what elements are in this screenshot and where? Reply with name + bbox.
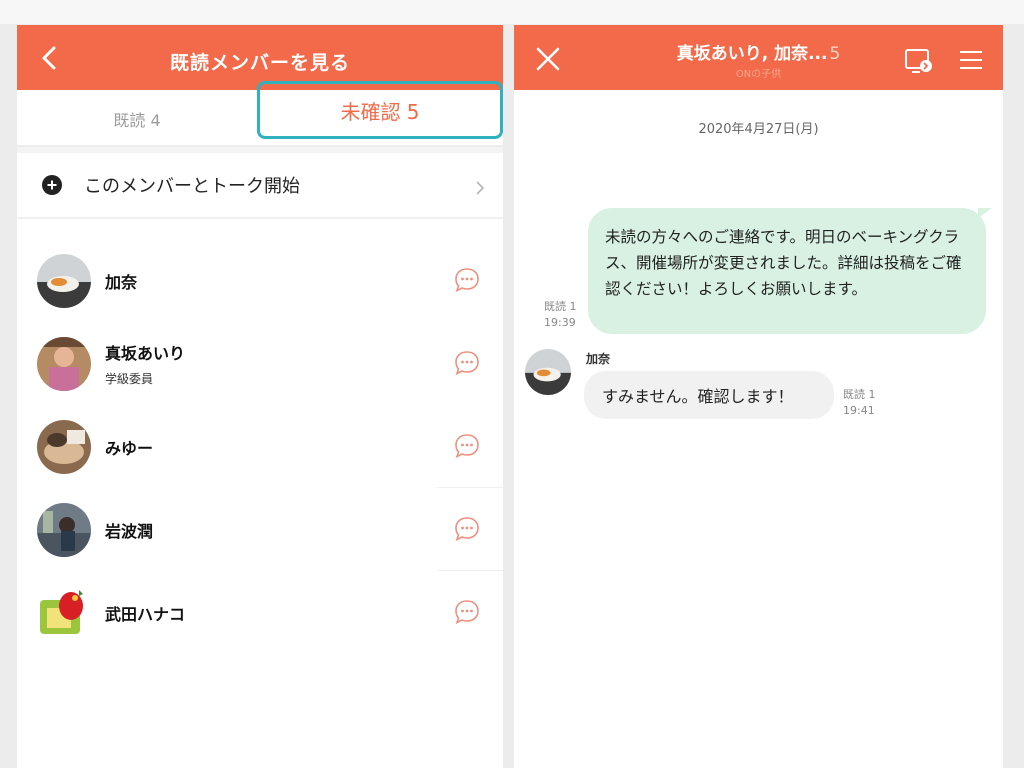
member-name: 真坂あいり — [105, 344, 186, 363]
member-row-airi[interactable]: 真坂あいり 学級委員 — [17, 322, 503, 405]
sender-avatar[interactable] — [525, 349, 571, 395]
member-row-hanako[interactable]: 武田ハナコ — [17, 571, 503, 654]
screen-share-icon[interactable] — [904, 47, 934, 75]
chat-bubble-icon[interactable] — [453, 515, 481, 543]
top-strip — [0, 0, 1024, 24]
chat-header: 真坂あいり, 加奈... 5 ONの子供 — [514, 25, 1003, 90]
sender-name: 加奈 — [586, 352, 611, 366]
chat-panel: 真坂あいり, 加奈... 5 ONの子供 2020年4月27日(月) 未読の方々へ… — [514, 25, 1003, 768]
member-name: 加奈 — [105, 272, 138, 292]
incoming-message-meta: 既読 1 19:41 — [843, 387, 876, 419]
avatar — [37, 585, 91, 640]
outgoing-message-bubble[interactable]: 未読の方々へのご連絡です。明日のベーキングクラス、開催場所が変更されました。詳細… — [588, 208, 992, 334]
member-name: 武田ハナコ — [105, 604, 186, 624]
tab-read[interactable]: 既読 4 — [17, 90, 257, 147]
read-members-panel: 既読メンバーを見る 既読 4 未確認 5 このメンバーとトーク開始 加奈 真坂あ… — [17, 25, 503, 768]
incoming-message-bubble[interactable]: すみません。確認します！ — [584, 371, 834, 419]
chat-bubble-icon[interactable] — [453, 432, 481, 460]
read-status: 既読 1 — [843, 388, 876, 401]
outgoing-message-meta: 既読 1 19:39 — [544, 299, 577, 331]
avatar — [37, 336, 91, 391]
tabs-divider — [17, 145, 503, 147]
chat-bubble-icon[interactable] — [453, 598, 481, 626]
start-talk-button[interactable]: このメンバーとトーク開始 — [17, 153, 503, 219]
read-status: 既読 1 — [544, 300, 577, 313]
member-name: みゆー — [105, 438, 154, 458]
start-talk-label: このメンバーとトーク開始 — [84, 176, 300, 197]
tab-unconfirmed[interactable]: 未確認 5 — [257, 81, 503, 139]
chevron-left-icon[interactable] — [35, 43, 65, 73]
message-time: 19:39 — [544, 316, 576, 329]
member-list: 加奈 真坂あいり 学級委員 みゆー 岩波潤 武田ハナコ — [17, 219, 503, 654]
date-separator: 2020年4月27日(月) — [698, 122, 819, 137]
incoming-message-text: すみません。確認します！ — [602, 387, 794, 406]
chat-bubble-icon[interactable] — [453, 266, 481, 294]
message-time: 19:41 — [843, 404, 875, 417]
menu-icon[interactable] — [958, 49, 984, 71]
chat-bubble-icon[interactable] — [453, 349, 481, 377]
read-status-tabs: 既読 4 未確認 5 — [17, 81, 503, 147]
avatar — [37, 253, 91, 308]
avatar — [37, 502, 91, 557]
member-row-kana[interactable]: 加奈 — [17, 239, 503, 322]
chat-title-text: 真坂あいり, 加奈... — [676, 44, 828, 64]
member-list-container: このメンバーとトーク開始 加奈 真坂あいり 学級委員 みゆー 岩波潤 武田ハナコ — [17, 153, 503, 768]
member-name: 岩波潤 — [105, 521, 154, 541]
chevron-right-icon — [476, 181, 485, 195]
member-row-jun[interactable]: 岩波潤 — [17, 488, 503, 571]
avatar — [37, 419, 91, 474]
member-role: 学級委員 — [105, 372, 154, 386]
chat-plus-icon — [42, 175, 62, 195]
member-row-miyu[interactable]: みゆー — [17, 405, 503, 488]
member-count: 5 — [829, 44, 841, 64]
page-title: 既読メンバーを見る — [169, 52, 350, 74]
